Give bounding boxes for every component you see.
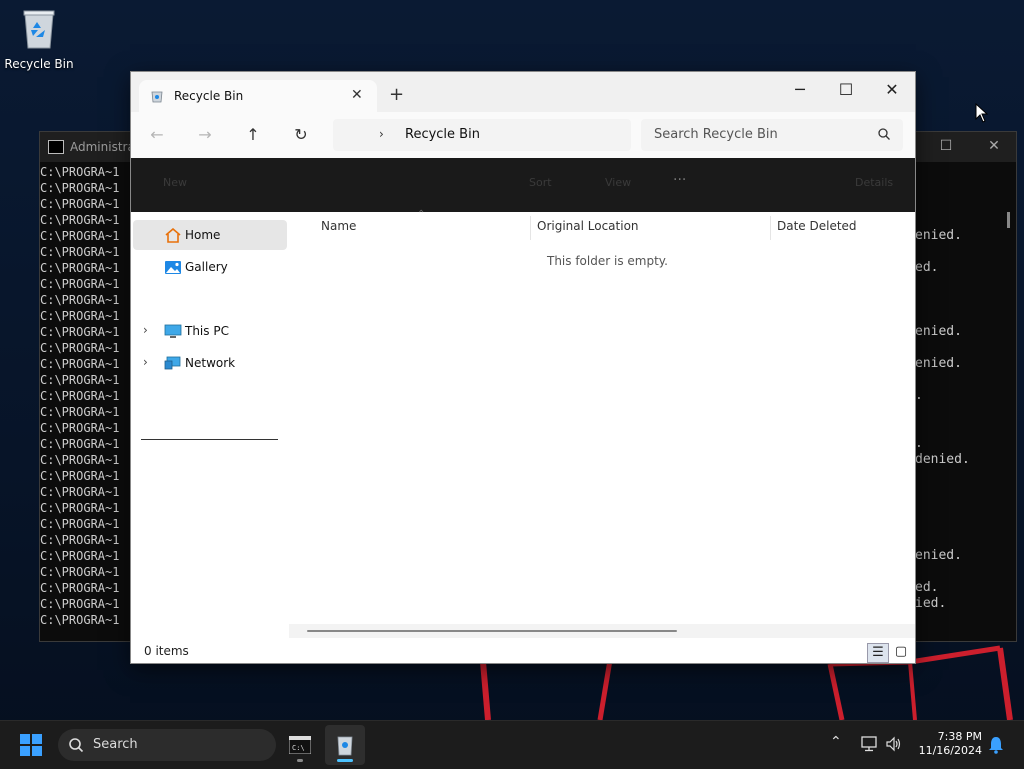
- computer-icon: [164, 324, 182, 338]
- back-arrow-icon[interactable]: ←: [145, 124, 169, 146]
- close-icon[interactable]: ✕: [986, 138, 1002, 154]
- svg-text:C:\: C:\: [292, 744, 305, 752]
- notification-bell-icon[interactable]: [988, 736, 1004, 754]
- column-header-date-deleted[interactable]: Date Deleted: [777, 219, 857, 233]
- command-bar: New Sort View ··· Details: [131, 158, 915, 212]
- cmd-output-left: C:\PROGRA~1 C:\PROGRA~1 C:\PROGRA~1 C:\P…: [40, 165, 120, 627]
- more-options-icon[interactable]: ···: [673, 172, 686, 188]
- forward-arrow-icon[interactable]: →: [193, 124, 217, 146]
- recycle-bin-icon: [23, 10, 55, 49]
- breadcrumb[interactable]: › Recycle Bin: [333, 119, 631, 151]
- network-icon: [164, 356, 181, 370]
- empty-folder-message: This folder is empty.: [547, 254, 668, 268]
- minimize-button[interactable]: ─: [777, 76, 823, 104]
- nav-label: Network: [185, 356, 236, 370]
- column-divider[interactable]: [770, 216, 771, 240]
- windows-start-icon[interactable]: [20, 734, 42, 756]
- column-divider[interactable]: [530, 216, 531, 240]
- tab-recycle-bin[interactable]: Recycle Bin ✕: [139, 80, 377, 112]
- scrollbar-thumb[interactable]: [307, 630, 677, 632]
- search-placeholder: Search Recycle Bin: [654, 127, 778, 142]
- recycle-bin-icon: [337, 736, 353, 756]
- taskbar-search-label: Search: [93, 737, 138, 752]
- nav-item-this-pc[interactable]: › This PC: [133, 316, 287, 346]
- desktop-icon-label: Recycle Bin: [4, 57, 74, 71]
- volume-icon[interactable]: [885, 736, 903, 752]
- search-input[interactable]: Search Recycle Bin: [641, 119, 903, 151]
- nav-item-network[interactable]: › Network: [133, 348, 287, 378]
- taskbar: Search C:\ ⌃ 7:38 PM 11/16/2024: [0, 720, 1024, 769]
- nav-item-gallery[interactable]: Gallery: [133, 252, 287, 282]
- chevron-up-icon[interactable]: ⌃: [830, 734, 842, 750]
- up-arrow-icon[interactable]: ↑: [241, 124, 265, 146]
- search-icon: [69, 738, 84, 753]
- clock-time: 7:38 PM: [937, 730, 982, 743]
- tiles-view-icon[interactable]: ▢: [891, 643, 911, 661]
- tab-label: Recycle Bin: [174, 89, 244, 103]
- new-tab-button[interactable]: +: [389, 84, 404, 105]
- nav-label: This PC: [185, 324, 229, 338]
- details-button[interactable]: Details: [855, 176, 893, 189]
- cmd-icon: [48, 140, 64, 154]
- new-button[interactable]: New: [163, 176, 187, 189]
- file-explorer-window[interactable]: Recycle Bin ✕ + ─ ☐ ✕ ← → ↑ ↻ › Recycle …: [130, 71, 916, 664]
- maximize-icon[interactable]: ☐: [938, 138, 954, 154]
- details-view-icon[interactable]: ☰: [867, 643, 889, 663]
- item-count: 0 items: [144, 644, 189, 658]
- mouse-cursor-icon: [975, 103, 989, 123]
- close-tab-icon[interactable]: ✕: [351, 87, 363, 103]
- nav-label: Gallery: [185, 260, 228, 274]
- home-icon: [165, 228, 181, 243]
- file-list[interactable]: Name ⌃ Original Location Date Deleted Th…: [289, 209, 915, 624]
- chevron-right-icon[interactable]: ›: [143, 323, 148, 337]
- column-header-original-location[interactable]: Original Location: [537, 219, 639, 233]
- gallery-icon: [165, 261, 181, 274]
- view-button[interactable]: View: [605, 176, 631, 189]
- clock-date: 11/16/2024: [918, 744, 982, 757]
- chevron-right-icon[interactable]: ›: [143, 355, 148, 369]
- cmd-output-right: enied. ed. enied. enied. . . denied. eni…: [915, 228, 970, 611]
- network-status-icon[interactable]: [860, 736, 878, 752]
- nav-divider: [141, 439, 278, 440]
- search-icon: [878, 128, 890, 140]
- taskbar-search[interactable]: Search: [58, 729, 276, 761]
- nav-item-home[interactable]: Home: [133, 220, 287, 250]
- app-running-indicator: [297, 759, 303, 762]
- system-clock[interactable]: 7:38 PM 11/16/2024: [906, 730, 982, 758]
- sort-button[interactable]: Sort: [529, 176, 552, 189]
- terminal-icon: C:\: [289, 736, 311, 754]
- nav-label: Home: [185, 228, 221, 242]
- column-header-name[interactable]: Name: [321, 219, 356, 233]
- navigation-pane: Home Gallery › This PC › Network: [131, 212, 289, 662]
- sort-ascending-icon: ⌃: [417, 209, 426, 220]
- cmd-scrollbar[interactable]: [1007, 212, 1010, 228]
- breadcrumb-item[interactable]: Recycle Bin: [405, 127, 480, 142]
- horizontal-scrollbar[interactable]: [289, 624, 915, 638]
- explorer-titlebar[interactable]: Recycle Bin ✕ + ─ ☐ ✕: [131, 72, 915, 112]
- address-toolbar: ← → ↑ ↻ › Recycle Bin Search Recycle Bin: [131, 112, 915, 158]
- refresh-icon[interactable]: ↻: [289, 124, 313, 146]
- desktop-recycle-bin[interactable]: Recycle Bin: [4, 6, 74, 71]
- status-bar: 0 items ☰ ▢: [131, 638, 915, 663]
- maximize-button[interactable]: ☐: [823, 76, 869, 104]
- close-button[interactable]: ✕: [869, 76, 915, 104]
- recycle-bin-icon: [151, 91, 163, 103]
- app-active-indicator: [337, 759, 353, 762]
- chevron-right-icon[interactable]: ›: [379, 127, 384, 141]
